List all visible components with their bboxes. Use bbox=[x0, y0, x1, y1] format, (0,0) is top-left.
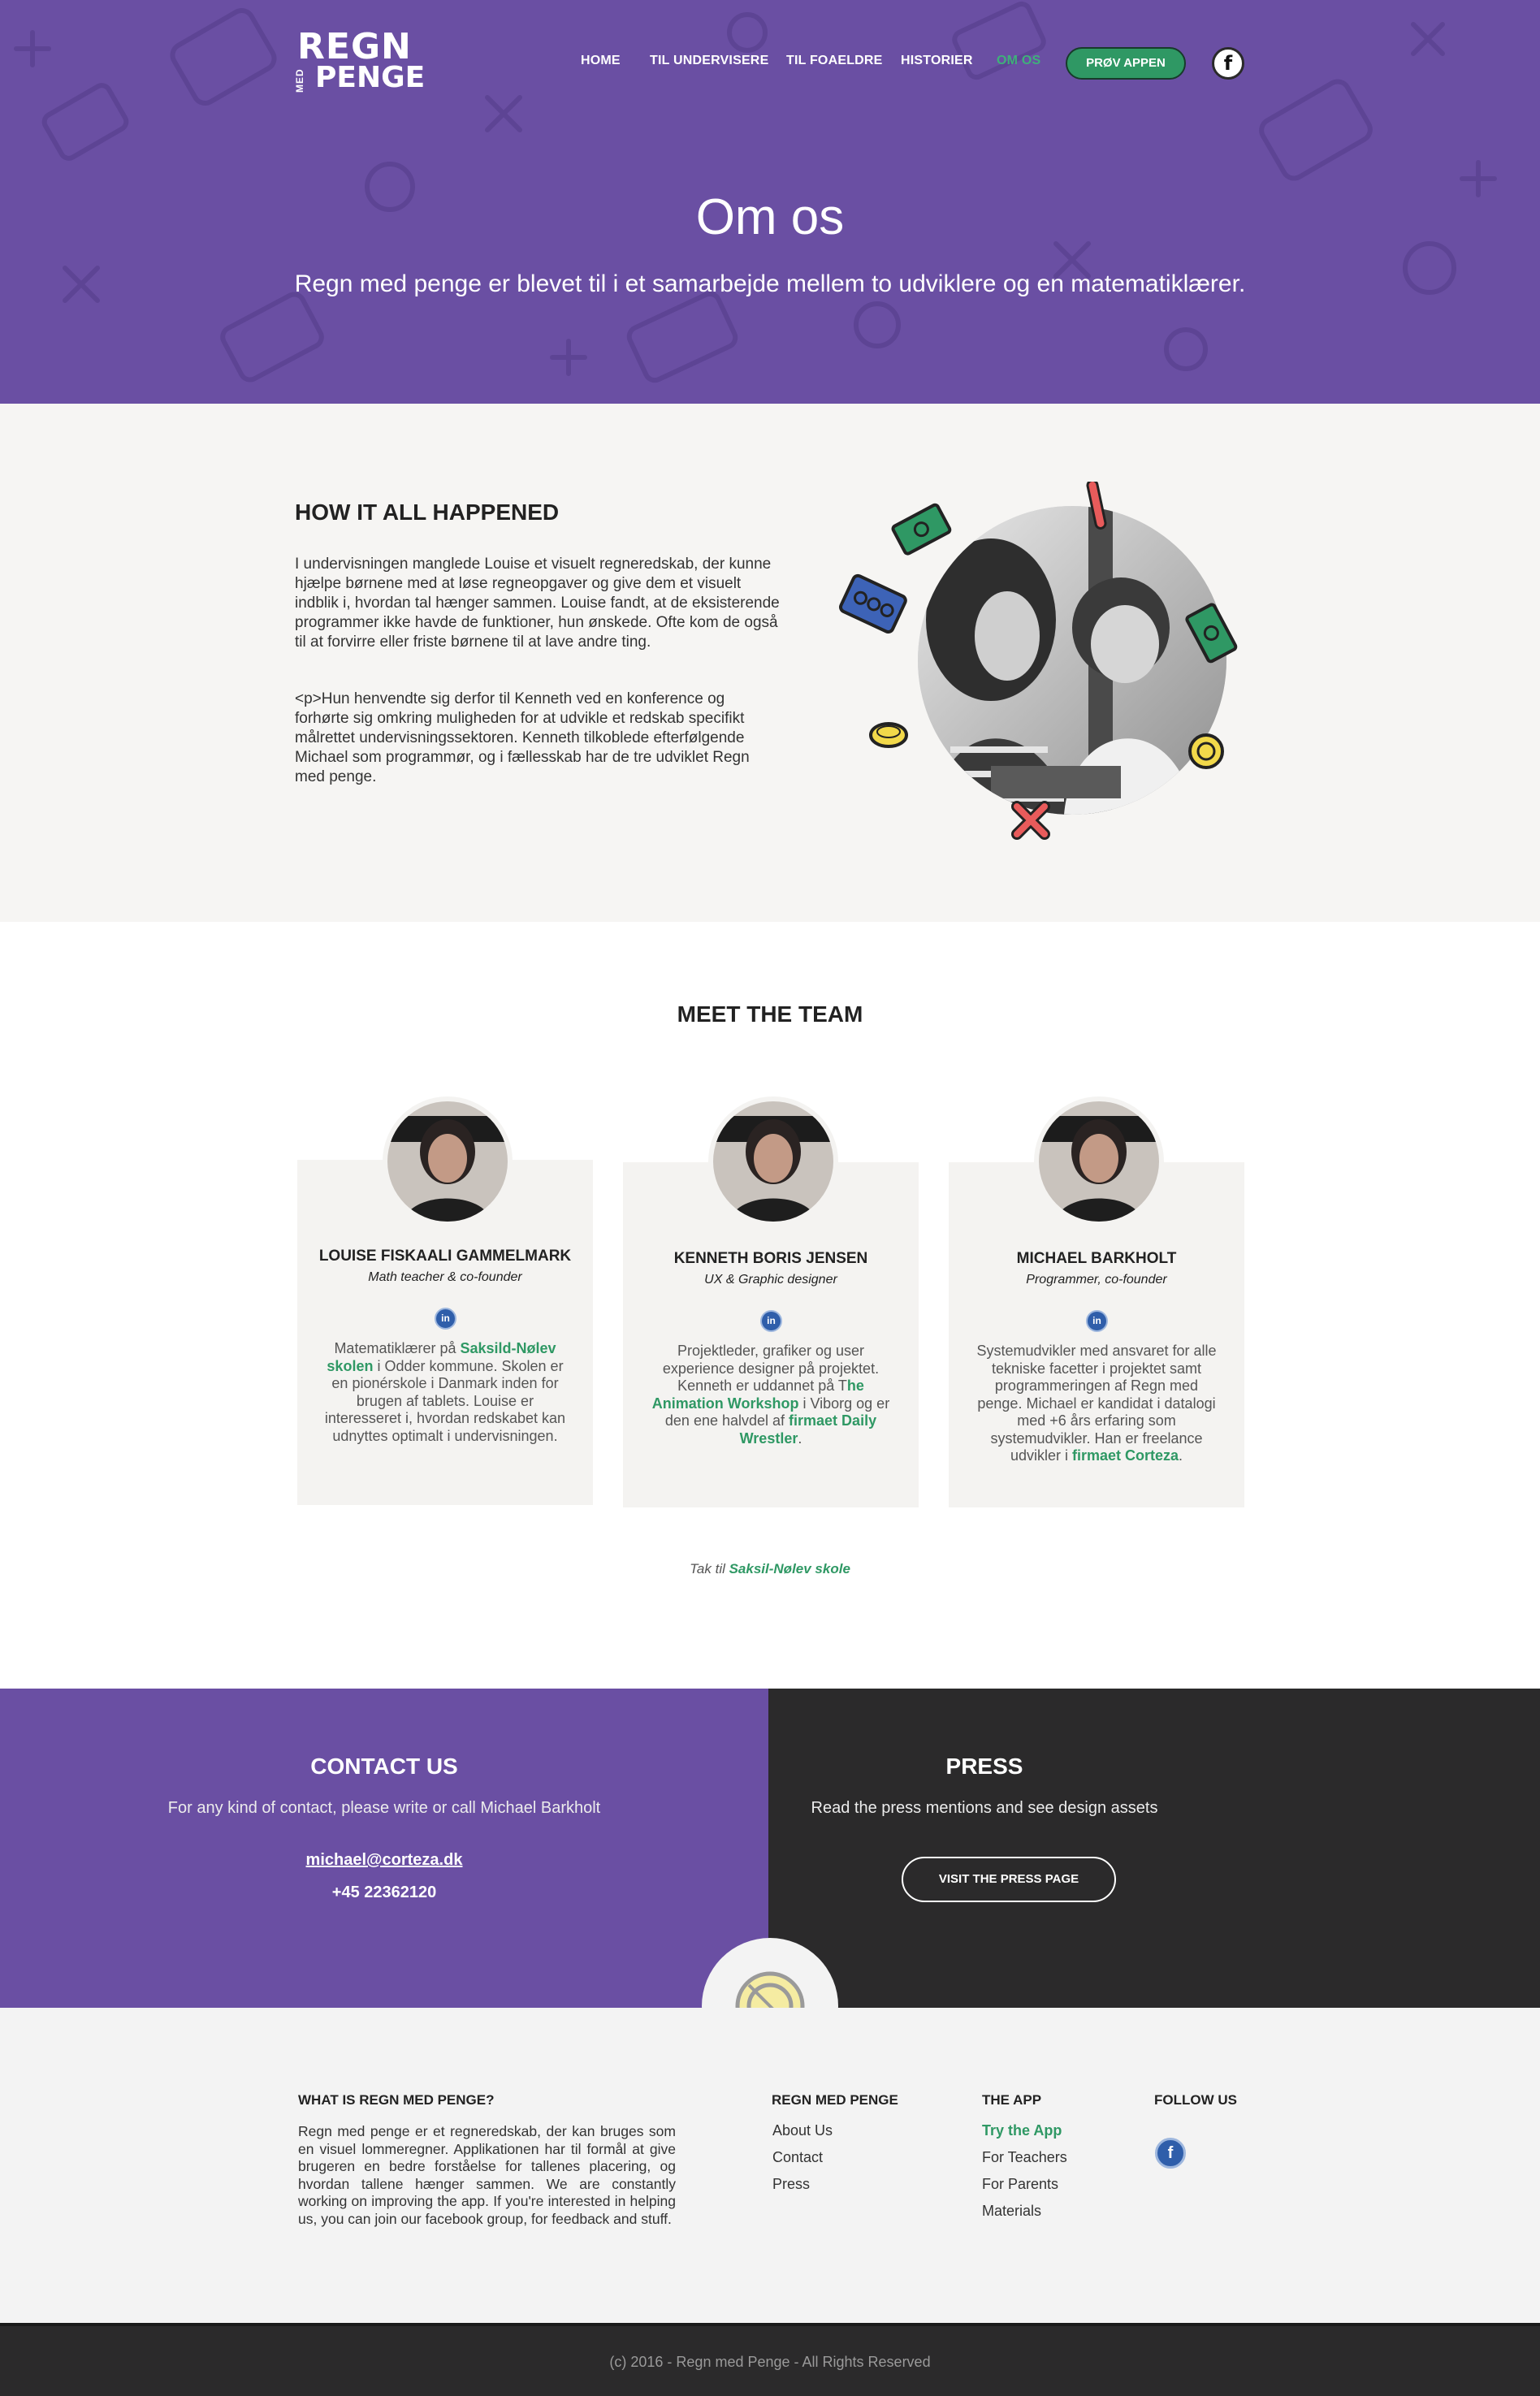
member-role: UX & Graphic designer bbox=[704, 1273, 837, 1287]
main-nav: HOME TIL UNDERVISERE TIL FOAELDRE HISTOR… bbox=[0, 45, 1540, 80]
school-thanks-link[interactable]: Saksil-Nølev skole bbox=[725, 1561, 850, 1576]
thanks-note: Tak til Saksil-Nølev skole bbox=[690, 1561, 850, 1576]
member-bio: Systemudvikler med ansvaret for alle tek… bbox=[976, 1343, 1217, 1464]
hero-section: REGN MED PENGE HOME TIL UNDERVISERE TIL … bbox=[0, 0, 1540, 404]
footer-col1-heading: REGN MED PENGE bbox=[772, 2092, 898, 2108]
story-paragraph-1: I undervisningen manglede Louise et visu… bbox=[295, 556, 780, 651]
press-section: PRESS Read the press mentions and see de… bbox=[768, 1689, 1540, 2008]
footer-col3-heading: FOLLOW US bbox=[1154, 2092, 1237, 2108]
avatar bbox=[383, 1096, 513, 1226]
linkedin-icon[interactable]: in bbox=[435, 1308, 456, 1330]
facebook-icon[interactable]: f bbox=[1212, 47, 1244, 80]
nav-item-home[interactable]: HOME bbox=[581, 54, 621, 68]
avatar bbox=[708, 1096, 838, 1226]
press-heading: PRESS bbox=[945, 1754, 1023, 1779]
story-illustration bbox=[837, 482, 1243, 855]
nav-item-til-foaeldre[interactable]: TIL FOAELDRE bbox=[786, 54, 883, 68]
member-bio: Matematiklærer på Saksild-Nølev skolen i… bbox=[324, 1340, 566, 1444]
corteza-link[interactable]: firmaet Corteza bbox=[1072, 1447, 1179, 1464]
member-name: LOUISE FISKAALI GAMMELMARK bbox=[318, 1248, 572, 1265]
footer-about-heading: WHAT IS REGN MED PENGE? bbox=[298, 2092, 495, 2108]
contact-section: CONTACT US For any kind of contact, plea… bbox=[0, 1689, 768, 2008]
footer-link-try-app[interactable]: Try the App bbox=[982, 2122, 1062, 2139]
member-bio: Projektleder, grafiker og user experienc… bbox=[651, 1343, 890, 1447]
footer-link-press[interactable]: Press bbox=[772, 2176, 810, 2193]
nav-item-til-undervisere[interactable]: TIL UNDERVISERE bbox=[650, 54, 768, 68]
footer-link-for-parents[interactable]: For Parents bbox=[982, 2176, 1058, 2193]
linkedin-icon[interactable]: in bbox=[760, 1310, 782, 1332]
member-name: KENNETH BORIS JENSEN bbox=[673, 1250, 868, 1267]
footer-link-about-us[interactable]: About Us bbox=[772, 2122, 833, 2139]
nav-item-om-os[interactable]: OM OS bbox=[997, 54, 1040, 68]
copyright-bar: (c) 2016 - Regn med Penge - All Rights R… bbox=[0, 2323, 1540, 2396]
visit-press-page-button[interactable]: VISIT THE PRESS PAGE bbox=[902, 1857, 1116, 1902]
nav-item-historier[interactable]: HISTORIER bbox=[901, 54, 973, 68]
member-role: Programmer, co-founder bbox=[1026, 1273, 1167, 1287]
footer-link-materials[interactable]: Materials bbox=[982, 2203, 1041, 2220]
footer-about-text: Regn med penge er et regneredskab, der k… bbox=[298, 2123, 676, 2227]
footer-link-contact[interactable]: Contact bbox=[772, 2149, 823, 2166]
team-heading: MEET THE TEAM bbox=[677, 1001, 863, 1027]
site-footer: WHAT IS REGN MED PENGE? Regn med penge e… bbox=[0, 2008, 1540, 2323]
story-heading: HOW IT ALL HAPPENED bbox=[295, 500, 560, 525]
member-name: MICHAEL BARKHOLT bbox=[1016, 1250, 1177, 1267]
story-section: HOW IT ALL HAPPENED I undervisningen man… bbox=[0, 404, 1540, 922]
footer-col2-heading: THE APP bbox=[982, 2092, 1042, 2108]
try-app-button[interactable]: PRØV APPEN bbox=[1066, 47, 1186, 80]
member-role: Math teacher & co-founder bbox=[368, 1270, 522, 1284]
page-subtitle: Regn med penge er blevet til i et samarb… bbox=[294, 270, 1246, 297]
team-section: MEET THE TEAM LOUISE FISKAALI GAMMELMARK… bbox=[0, 922, 1540, 1689]
avatar bbox=[1034, 1096, 1164, 1226]
copyright-text: (c) 2016 - Regn med Penge - All Rights R… bbox=[609, 2354, 931, 2370]
footer-facebook-icon[interactable]: f bbox=[1155, 2138, 1186, 2169]
footer-link-for-teachers[interactable]: For Teachers bbox=[982, 2149, 1067, 2166]
press-subtitle: Read the press mentions and see design a… bbox=[811, 1799, 1158, 1817]
linkedin-icon[interactable]: in bbox=[1086, 1310, 1108, 1332]
page-title: Om os bbox=[695, 189, 845, 245]
story-paragraph-2: <p>Hun henvendte sig derfor til Kenneth … bbox=[295, 690, 750, 785]
